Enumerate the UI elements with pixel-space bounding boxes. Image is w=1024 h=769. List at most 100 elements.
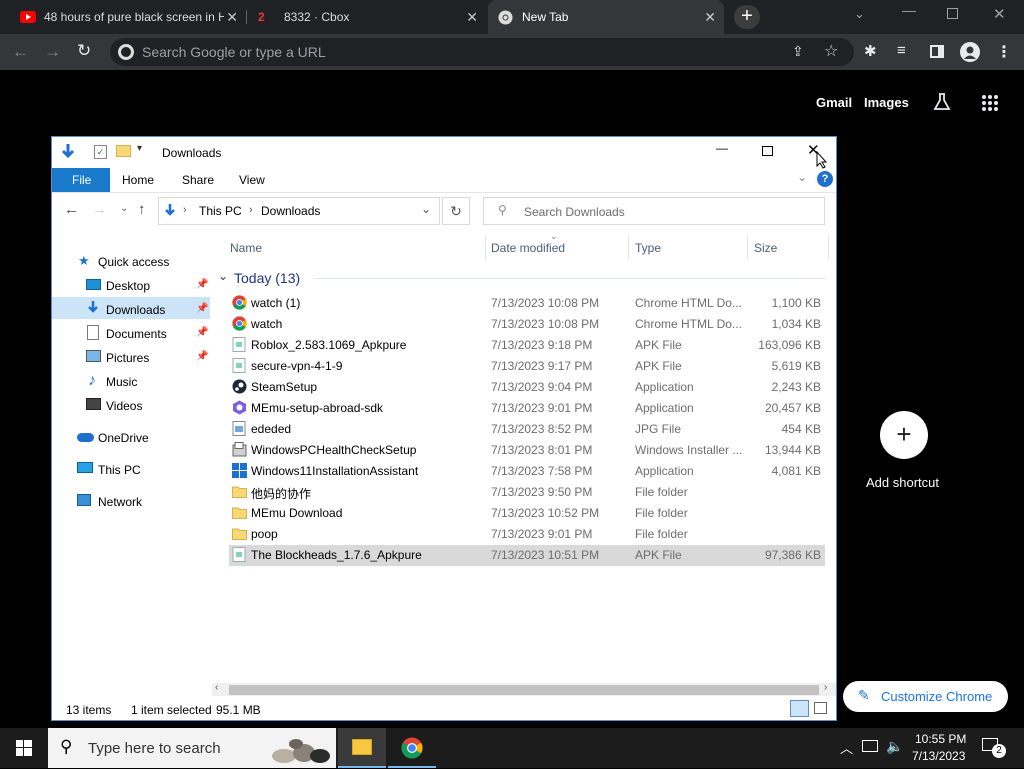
file-row[interactable]: 他妈的协作 7/13/2023 9:50 PM File folder xyxy=(229,482,825,503)
notification-center-button[interactable]: 2 xyxy=(980,736,1006,758)
add-shortcut-button[interactable]: + xyxy=(880,411,928,459)
file-size: 5,619 KB xyxy=(771,359,821,373)
labs-flask-icon[interactable] xyxy=(932,92,952,117)
images-link[interactable]: Images xyxy=(864,95,909,110)
properties-icon[interactable]: ✓ xyxy=(94,145,107,159)
details-view-icon[interactable] xyxy=(790,700,809,717)
bookmark-star-icon[interactable]: ☆ xyxy=(824,41,838,61)
reload-icon[interactable]: ↻ xyxy=(77,41,91,61)
breadcrumb-downloads[interactable]: Downloads xyxy=(261,204,320,218)
minimize-button[interactable]: — xyxy=(716,141,728,155)
back-icon[interactable]: ← xyxy=(12,42,29,62)
chrome-menu-icon[interactable]: ⋮ xyxy=(996,42,1012,62)
new-folder-icon[interactable] xyxy=(116,145,131,157)
gmail-link[interactable]: Gmail xyxy=(816,95,852,110)
omnibox[interactable]: Search Google or type a URL ⇪ ☆ xyxy=(110,38,854,66)
customize-chrome-button[interactable]: ✎ Customize Chrome xyxy=(843,681,1008,712)
breadcrumb-this-pc[interactable]: This PC xyxy=(199,204,242,218)
nav-pictures[interactable]: Pictures xyxy=(106,351,149,365)
volume-muted-icon[interactable]: 🔈 xyxy=(886,738,903,755)
chrome-taskbar-button[interactable] xyxy=(388,728,436,768)
file-row[interactable]: SteamSetup 7/13/2023 9:04 PM Application 2,… xyxy=(229,377,825,398)
tab-cbox[interactable]: 2 8332 · Cbox ✕ xyxy=(248,0,486,34)
large-icons-view-icon[interactable] xyxy=(814,702,827,714)
file-date-modified: 7/13/2023 10:08 PM xyxy=(491,296,600,310)
scrollbar-thumb[interactable] xyxy=(229,685,819,695)
file-row[interactable]: ededed 7/13/2023 8:52 PM JPG File 454 KB xyxy=(229,419,825,440)
taskbar-search-box[interactable]: ⚲ Type here to search xyxy=(48,728,336,768)
close-tab-icon[interactable]: ✕ xyxy=(704,9,716,26)
close-tab-icon[interactable]: ✕ xyxy=(466,9,478,26)
ribbon-view-tab[interactable]: View xyxy=(239,173,265,187)
nav-onedrive[interactable]: OneDrive xyxy=(98,431,149,445)
side-panel-icon[interactable] xyxy=(930,45,944,58)
forward-icon[interactable]: → xyxy=(44,42,61,62)
file-row[interactable]: watch (1) 7/13/2023 10:08 PM Chrome HTML D… xyxy=(229,293,825,314)
media-control-icon[interactable]: ≡ xyxy=(897,42,906,59)
column-type[interactable]: Type xyxy=(635,241,661,255)
group-collapse-icon[interactable]: ⌄ xyxy=(218,269,228,283)
nav-videos[interactable]: Videos xyxy=(106,399,142,413)
clock-date[interactable]: 7/13/2023 xyxy=(912,749,965,763)
back-arrow-icon[interactable]: ← xyxy=(64,201,79,218)
pin-icon[interactable]: 📌 xyxy=(196,327,208,338)
horizontal-scrollbar[interactable]: ‹ › xyxy=(212,682,836,696)
file-row[interactable]: watch 7/13/2023 10:08 PM Chrome HTML Do...… xyxy=(229,314,825,335)
pin-icon[interactable]: 📌 xyxy=(196,351,208,362)
toolbar-dropdown-icon[interactable]: ▾ xyxy=(137,143,142,154)
profile-avatar-icon[interactable] xyxy=(960,42,980,62)
new-tab-button[interactable]: + xyxy=(734,5,760,29)
file-row[interactable]: The Blockheads_1.7.6_Apkpure 7/13/2023 10… xyxy=(229,545,825,566)
up-arrow-icon[interactable]: ↑ xyxy=(138,201,146,218)
nav-downloads[interactable]: Downloads xyxy=(106,303,165,317)
file-row[interactable]: MEmu Download 7/13/2023 10:52 PM File fold… xyxy=(229,503,825,524)
minimize-window-button[interactable]: — xyxy=(902,2,916,18)
clock-time[interactable]: 10:55 PM xyxy=(915,732,966,746)
help-icon[interactable]: ? xyxy=(817,171,833,187)
address-dropdown-icon[interactable]: ⌄ xyxy=(421,202,431,216)
tab-new-tab[interactable]: New Tab ✕ xyxy=(488,0,724,34)
maximize-button[interactable] xyxy=(762,146,773,156)
extensions-icon[interactable]: ✱ xyxy=(864,42,877,60)
nav-desktop[interactable]: Desktop xyxy=(106,279,150,293)
pin-icon[interactable]: 📌 xyxy=(196,303,208,314)
network-status-icon[interactable] xyxy=(862,740,878,752)
restore-window-button[interactable] xyxy=(947,8,958,19)
file-row[interactable]: WindowsPCHealthCheckSetup 7/13/2023 8:01 … xyxy=(229,440,825,461)
recent-locations-icon[interactable]: ⌄ xyxy=(120,203,128,214)
nav-this-pc[interactable]: This PC xyxy=(98,463,141,477)
ribbon-home-tab[interactable]: Home xyxy=(122,173,154,187)
share-icon[interactable]: ⇪ xyxy=(792,43,804,60)
file-row[interactable]: poop 7/13/2023 9:01 PM File folder xyxy=(229,524,825,545)
column-date-modified[interactable]: Date modified xyxy=(491,241,565,255)
google-apps-icon[interactable] xyxy=(981,94,999,117)
file-row[interactable]: Windows11InstallationAssistant 7/13/2023 … xyxy=(229,461,825,482)
close-tab-icon[interactable]: ✕ xyxy=(226,9,238,26)
address-bar[interactable]: › This PC › Downloads ⌄ xyxy=(158,197,440,225)
nav-documents[interactable]: Documents xyxy=(106,327,167,341)
nav-quick-access[interactable]: Quick access xyxy=(98,255,169,269)
pin-icon[interactable]: 📌 xyxy=(196,279,208,290)
close-window-button[interactable]: ✕ xyxy=(993,5,1006,23)
tab-youtube[interactable]: 48 hours of pure black screen in HD ✕ xyxy=(8,0,246,34)
show-hidden-icons-icon[interactable]: ︿ xyxy=(840,738,853,757)
ribbon-file-tab[interactable]: File xyxy=(52,168,110,192)
refresh-button[interactable]: ↻ xyxy=(442,197,470,225)
tab-search-icon[interactable]: ⌄ xyxy=(854,6,865,22)
file-row[interactable]: secure-vpn-4-1-9 7/13/2023 9:17 PM APK Fil… xyxy=(229,356,825,377)
scroll-left-icon[interactable]: ‹ xyxy=(215,682,218,693)
file-row[interactable]: MEmu-setup-abroad-sdk 7/13/2023 9:01 PM Ap… xyxy=(229,398,825,419)
ribbon-expand-icon[interactable]: ⌄ xyxy=(797,170,807,184)
column-name[interactable]: Name xyxy=(230,241,262,255)
scroll-right-icon[interactable]: › xyxy=(824,682,827,693)
file-row[interactable]: Roblox_2.583.1069_Apkpure 7/13/2023 9:18 … xyxy=(229,335,825,356)
column-size[interactable]: Size xyxy=(754,241,777,255)
nav-network[interactable]: Network xyxy=(98,495,142,509)
forward-arrow-icon[interactable]: → xyxy=(92,201,107,218)
nav-music[interactable]: Music xyxy=(106,375,137,389)
start-button[interactable] xyxy=(0,728,48,768)
group-header[interactable]: Today (13) xyxy=(234,270,300,286)
ribbon-share-tab[interactable]: Share xyxy=(182,173,214,187)
search-box[interactable]: ⚲ Search Downloads xyxy=(483,197,825,225)
file-explorer-taskbar-button[interactable] xyxy=(338,728,386,768)
